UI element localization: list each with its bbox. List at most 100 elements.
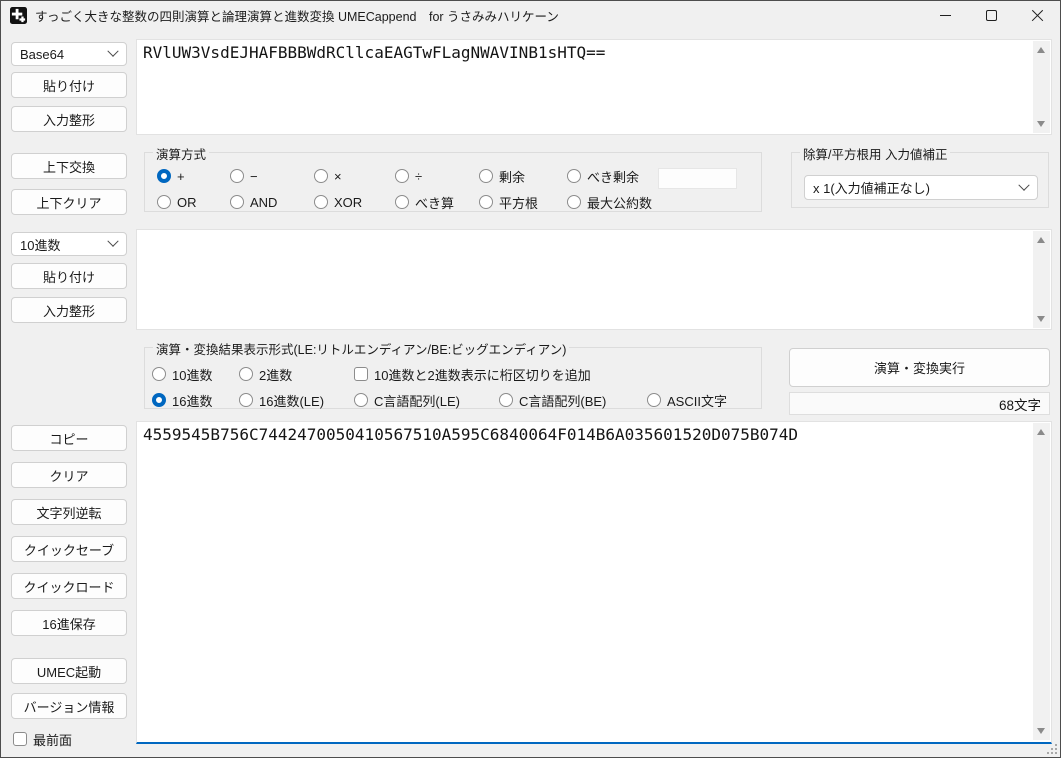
checkbox-digit-separator[interactable]: 10進数と2進数表示に桁区切りを追加 [354, 364, 591, 384]
button-label: コピー [49, 431, 89, 447]
radio-label: AND [250, 194, 278, 210]
radio-icon [567, 169, 581, 183]
result-format-group: 演算・変換結果表示形式(LE:リトルエンディアン/BE:ビッグエンディアン) 1… [144, 339, 762, 410]
app-icon [10, 6, 27, 24]
swap-updown-button[interactable]: 上下交換 [11, 153, 127, 179]
radio-icon [479, 195, 493, 209]
radio-label: C言語配列(BE) [519, 393, 607, 409]
radio-add[interactable]: + [157, 166, 185, 186]
radio-icon [239, 393, 253, 407]
quick-save-button[interactable]: クイックセーブ [11, 536, 127, 562]
operation-method-group: 演算方式 + − × ÷ 剰余 べき剰余 OR AND XOR べき算 平方根 … [144, 144, 762, 212]
group-legend: 演算方式 [153, 144, 210, 163]
radio-label: べき算 [415, 195, 455, 211]
radio-sqrt[interactable]: 平方根 [479, 192, 538, 212]
paste-top-button[interactable]: 貼り付け [11, 72, 127, 98]
radio-label: XOR [334, 194, 363, 210]
base64-input-textarea[interactable]: RVlUW3VsdEJHAFBBBWdRCllcaEAGTwFLagNWAVIN… [136, 39, 1052, 135]
scroll-down-icon[interactable] [1037, 316, 1045, 322]
format-input-bottom-button[interactable]: 入力整形 [11, 297, 127, 323]
radio-label: 平方根 [499, 195, 539, 211]
power-mod-exponent-field[interactable] [658, 168, 737, 189]
radio-multiply[interactable]: × [314, 166, 342, 186]
radio-icon [354, 393, 368, 407]
copy-button[interactable]: コピー [11, 425, 127, 451]
checkbox-icon [13, 732, 27, 746]
scrollbar[interactable] [1033, 231, 1050, 328]
scrollbar[interactable] [1033, 41, 1050, 133]
radio-icon [157, 169, 171, 183]
radio-subtract[interactable]: − [230, 166, 258, 186]
radio-power-mod[interactable]: べき剰余 [567, 166, 639, 186]
radio-label: ÷ [415, 168, 423, 184]
radio-c-array-le[interactable]: C言語配列(LE) [354, 390, 460, 410]
radio-label: ASCII文字 [667, 393, 727, 409]
radio-icon [157, 195, 171, 209]
radio-icon [239, 367, 253, 381]
window-controls [922, 1, 1060, 29]
close-button[interactable] [1014, 1, 1060, 29]
radio-remainder[interactable]: 剰余 [479, 166, 525, 186]
second-input-textarea[interactable] [136, 229, 1052, 330]
radio-icon [395, 169, 409, 183]
radio-ascii[interactable]: ASCII文字 [647, 390, 727, 410]
radio-gcd[interactable]: 最大公約数 [567, 192, 652, 212]
second-input-text [143, 233, 1029, 326]
radio-label: 2進数 [259, 367, 293, 383]
radio-label: × [334, 168, 342, 184]
button-label: 入力整形 [42, 303, 95, 319]
clear-button[interactable]: クリア [11, 462, 127, 488]
chevron-down-icon [107, 235, 119, 247]
radio-icon [395, 195, 409, 209]
radio-power[interactable]: べき算 [395, 192, 454, 212]
topmost-checkbox[interactable]: 最前面 [13, 729, 72, 749]
scroll-down-icon[interactable] [1037, 121, 1045, 127]
hex-save-button[interactable]: 16進保存 [11, 610, 127, 636]
app-window: すっごく大きな整数の四則演算と論理演算と進数変換 UMECappend for … [0, 0, 1061, 758]
input-base-select-top[interactable]: Base64 [11, 42, 127, 66]
title-bar[interactable]: すっごく大きな整数の四則演算と論理演算と進数変換 UMECappend for … [1, 1, 1060, 29]
input-correction-select[interactable]: x 1(入力値補正なし) [804, 175, 1038, 200]
button-label: UMEC起動 [36, 664, 102, 680]
scroll-up-icon[interactable] [1037, 237, 1045, 243]
radio-icon [647, 393, 661, 407]
minimize-icon [939, 14, 951, 16]
input-base-select-bottom[interactable]: 10進数 [11, 232, 127, 256]
radio-hex-le[interactable]: 16進数(LE) [239, 390, 324, 410]
paste-bottom-button[interactable]: 貼り付け [11, 263, 127, 289]
radio-label: + [177, 168, 185, 184]
radio-decimal[interactable]: 10進数 [152, 364, 212, 384]
chevron-down-icon [107, 45, 119, 57]
radio-divide[interactable]: ÷ [395, 166, 422, 186]
radio-icon [314, 169, 328, 183]
resize-grip-icon[interactable] [1046, 743, 1057, 754]
button-label: 文字列逆転 [36, 505, 102, 521]
scroll-up-icon[interactable] [1037, 47, 1045, 53]
radio-or[interactable]: OR [157, 192, 197, 212]
umec-launch-button[interactable]: UMEC起動 [11, 658, 127, 684]
clear-updown-button[interactable]: 上下クリア [11, 189, 127, 215]
radio-xor[interactable]: XOR [314, 192, 362, 212]
button-label: 演算・変換実行 [873, 361, 965, 376]
maximize-button[interactable] [968, 1, 1014, 29]
quick-load-button[interactable]: クイックロード [11, 573, 127, 599]
execute-conversion-button[interactable]: 演算・変換実行 [789, 348, 1050, 387]
radio-icon [499, 393, 513, 407]
scroll-down-icon[interactable] [1037, 728, 1045, 734]
format-input-top-button[interactable]: 入力整形 [11, 106, 127, 132]
radio-icon [230, 195, 244, 209]
radio-binary[interactable]: 2進数 [239, 364, 292, 384]
group-legend: 演算・変換結果表示形式(LE:リトルエンディアン/BE:ビッグエンディアン) [153, 339, 570, 358]
result-output-textarea[interactable]: 4559545B756C7442470050410567510A595C6840… [136, 421, 1052, 744]
minimize-button[interactable] [922, 1, 968, 29]
scrollbar[interactable] [1033, 423, 1050, 740]
radio-and[interactable]: AND [230, 192, 277, 212]
radio-icon [230, 169, 244, 183]
radio-c-array-be[interactable]: C言語配列(BE) [499, 390, 606, 410]
reverse-string-button[interactable]: 文字列逆転 [11, 499, 127, 525]
scroll-up-icon[interactable] [1037, 429, 1045, 435]
radio-icon [152, 393, 166, 407]
version-info-button[interactable]: バージョン情報 [11, 693, 127, 719]
radio-hex[interactable]: 16進数 [152, 390, 212, 410]
checkbox-label: 10進数と2進数表示に桁区切りを追加 [374, 367, 591, 383]
